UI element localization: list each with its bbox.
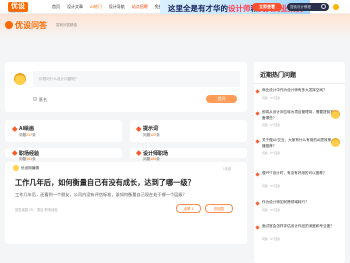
user-avatar <box>14 73 26 85</box>
question-meta: 回答者数 29， 类目 职场经验 <box>15 208 58 212</box>
hot-question-item[interactable]: 关于做UI/交互，大家有什么有用的AI提效神器推荐？ <box>262 138 334 149</box>
hot-question-meta: 问题 · 3个回答 <box>262 184 281 188</box>
banner-view-button[interactable]: 立即查看 <box>252 3 282 11</box>
hot-question-item[interactable]: 面试官会怎样评估设计作品的深度和专业度？ <box>262 224 334 230</box>
question-card[interactable] <box>5 162 247 244</box>
page-title: 优设问答 <box>15 21 47 30</box>
question-title[interactable]: 工作几年后，如何衡量自己有没有成长，达到了哪一级？ <box>15 178 195 188</box>
hot-question-item[interactable]: 作为设计师如何跨领域转行？ <box>262 200 334 206</box>
hot-question-item[interactable]: 商业设计中作为设计师有多大发挥空间？ <box>262 88 334 94</box>
user-avatar-icon[interactable] <box>333 4 339 10</box>
post-time: 1天前 <box>223 167 232 171</box>
sidebar-title: 近期热门问题 <box>260 73 297 79</box>
question-input[interactable]: 你想问什么设计问题呢？ <box>33 71 240 87</box>
author-avatar <box>13 165 19 171</box>
category-title: 提示词 <box>143 126 159 132</box>
nav-item-jobs[interactable]: 站点招聘 <box>132 4 148 10</box>
hot-question-meta: 问题 · 5个回答 <box>262 151 281 155</box>
divider <box>254 83 345 84</box>
hot-question-meta: 问题 · 3个回答 <box>262 123 281 127</box>
category-stat: 问题217条 <box>19 133 36 137</box>
author-name[interactable]: 优设网编辑 <box>21 166 39 171</box>
category-title: 设计师职场 <box>143 151 169 157</box>
qa-logo-icon <box>5 21 13 29</box>
anonymous-label: 匿名 <box>39 96 47 102</box>
ask-card <box>5 62 247 112</box>
nav-item-guide[interactable]: 设计导航 <box>109 4 125 10</box>
answer-button[interactable]: 去回答 <box>205 204 233 213</box>
nav-item-articles[interactable]: 设计文章 <box>67 4 83 10</box>
user-avatar <box>331 110 340 119</box>
question-desc: 工作几年后，还看到一个朋友，公司内没有评估标准，该如何衡量自己现在处于哪一个层级… <box>15 192 187 197</box>
nav-item-ai[interactable]: AI热门 <box>90 4 102 10</box>
page-header-bg <box>0 14 350 40</box>
category-stat: 问题122条 <box>143 133 160 137</box>
hot-question-meta: 问题 · 4个回答 <box>262 237 281 241</box>
hot-question-meta: 问题 · 2个回答 <box>262 208 281 212</box>
anonymous-radio[interactable] <box>33 97 37 101</box>
category-title: AI绘画 <box>19 126 35 132</box>
page-subtitle: 答粉问答精选 <box>56 23 77 27</box>
nav-item-home[interactable]: 首页 <box>52 4 60 10</box>
hot-question-item[interactable]: 做PPT设计时，有没有好用的可以推荐？ <box>262 171 334 177</box>
hot-question-item[interactable]: 即将从设计岗位转为项目管理岗，需要提前准备哪些? <box>262 110 334 121</box>
banner-text: 这里全是有才华的设计师和真实商业案例 <box>168 4 303 13</box>
user-avatar <box>331 138 340 147</box>
search-icon[interactable] <box>321 4 326 9</box>
submit-question-button[interactable]: 提问 <box>206 95 237 103</box>
like-button[interactable]: 点赞 1 <box>176 204 201 213</box>
category-title: 职场经验 <box>19 151 40 157</box>
hot-question-meta: 问题 · 2个回答 <box>262 96 281 100</box>
